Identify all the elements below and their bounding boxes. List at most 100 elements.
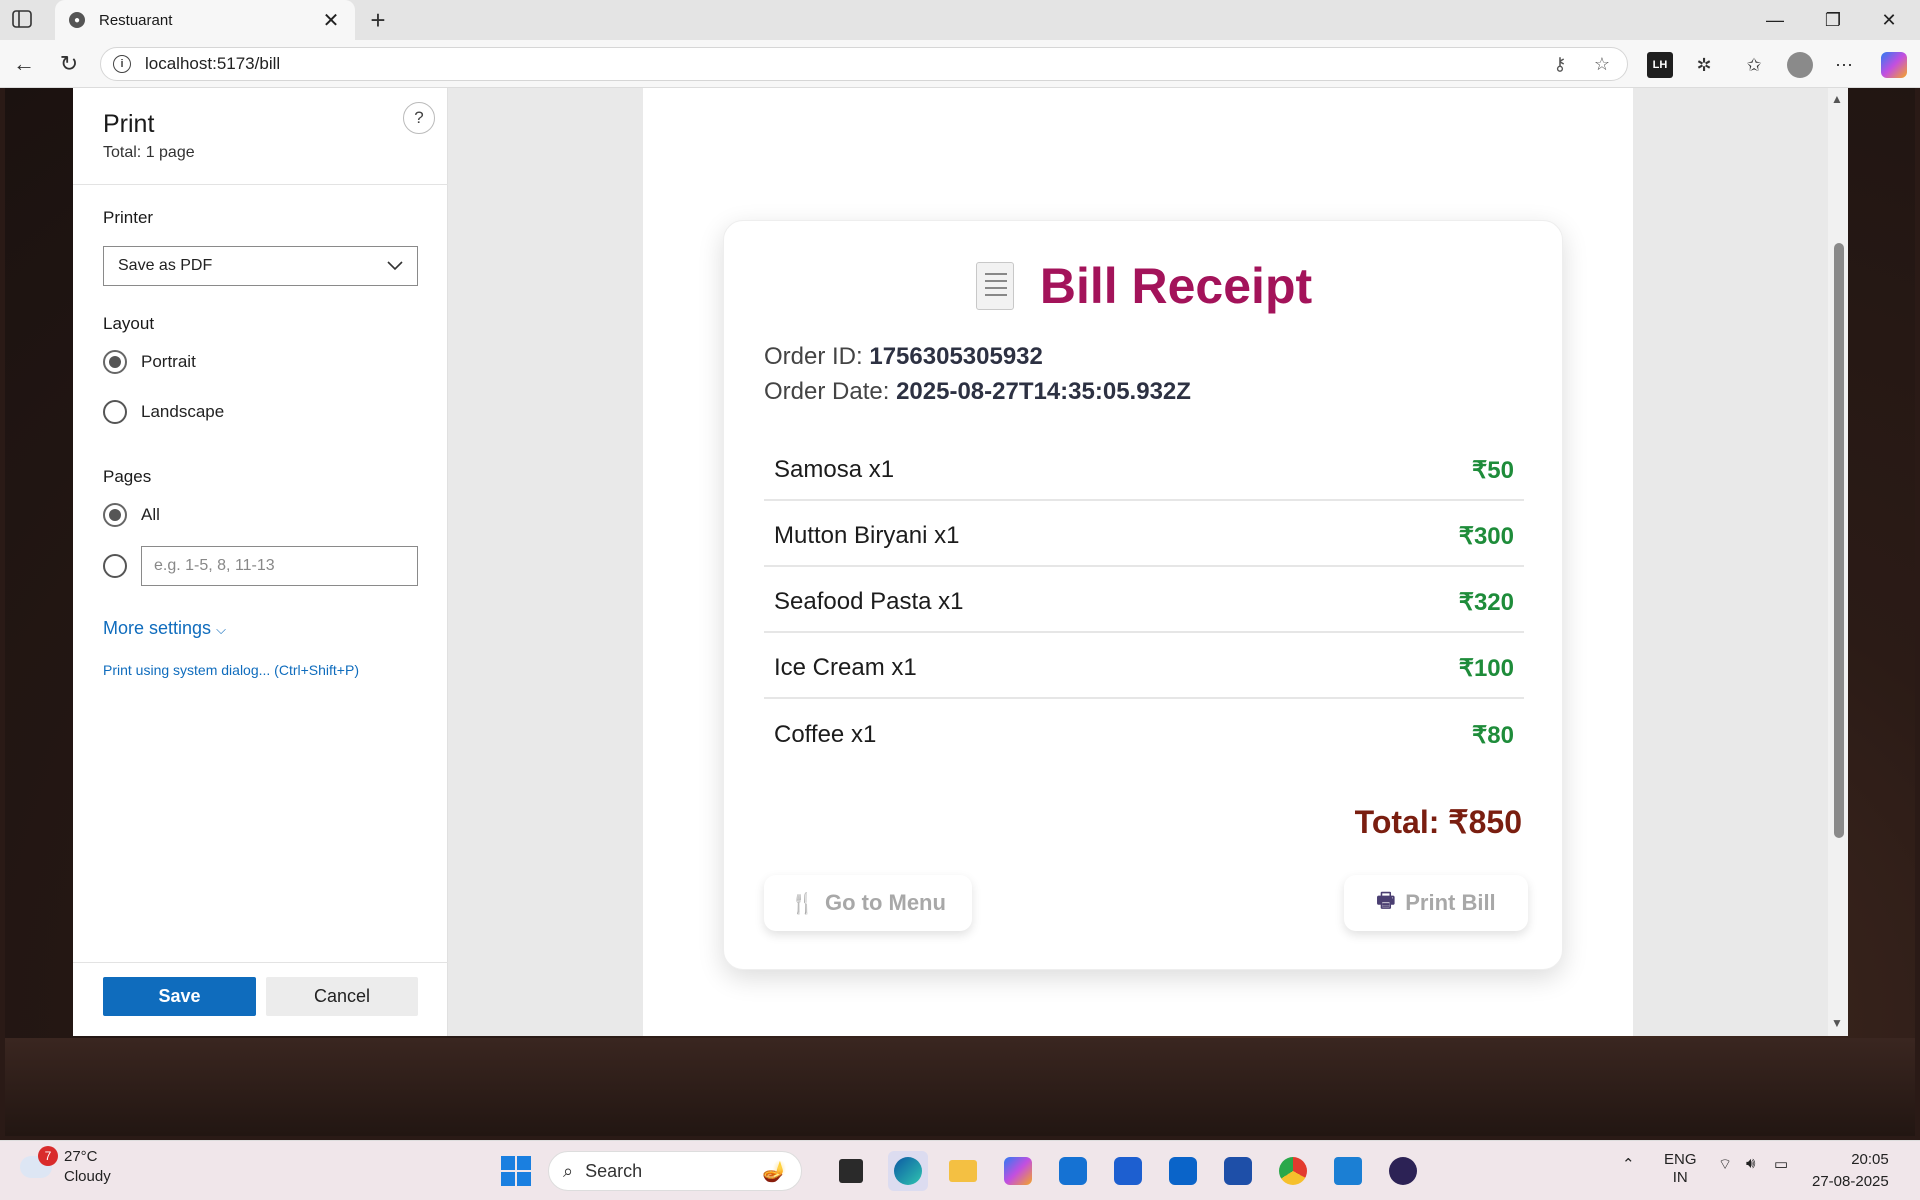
scroll-thumb[interactable] xyxy=(1834,243,1844,838)
print-preview-page: Bill Receipt Order ID: 1756305305932 Ord… xyxy=(643,88,1633,1036)
pages-all-radio[interactable] xyxy=(103,503,127,527)
weather-widget[interactable]: 7 27°C Cloudy xyxy=(20,1146,111,1187)
order-date-value: 2025-08-27T14:35:05.932Z xyxy=(896,378,1191,405)
receipt-total: Total: ₹850 xyxy=(1354,804,1522,840)
order-id-label: Order ID: xyxy=(764,343,863,370)
task-view-icon[interactable] xyxy=(831,1151,871,1191)
layout-portrait-option[interactable]: Portrait xyxy=(103,350,196,374)
edge-icon[interactable] xyxy=(888,1151,928,1191)
pages-range-input[interactable] xyxy=(141,546,418,586)
vscode-icon[interactable] xyxy=(1328,1151,1368,1191)
landscape-label: Landscape xyxy=(141,402,225,421)
print-settings-panel: Print Total: 1 page ? Printer Save as PD… xyxy=(73,88,448,1036)
weather-badge: 7 xyxy=(38,1146,58,1166)
list-item: Ice Cream x1 ₹100 xyxy=(764,639,1524,699)
pages-custom-option[interactable] xyxy=(103,554,141,578)
scroll-down-icon[interactable]: ▼ xyxy=(1831,1016,1843,1030)
item-price: ₹320 xyxy=(1458,588,1514,616)
tab-close-icon[interactable]: ✕ xyxy=(321,8,341,33)
search-icon: ⌕ xyxy=(563,1160,574,1181)
order-date-label: Order Date: xyxy=(764,378,890,405)
ms-app-icon[interactable] xyxy=(1108,1151,1148,1191)
pages-all-option[interactable]: All xyxy=(103,503,160,527)
page-background-bottom xyxy=(5,1038,1915,1136)
url-text: localhost:5173/bill xyxy=(145,54,281,73)
favorites-icon[interactable]: ✩ xyxy=(1741,52,1767,78)
pages-all-label: All xyxy=(141,505,160,524)
cancel-button[interactable]: Cancel xyxy=(266,977,418,1016)
copilot-app-icon[interactable] xyxy=(998,1151,1038,1191)
search-highlight-icon: 🪔 xyxy=(762,1160,787,1183)
store-icon[interactable] xyxy=(1053,1151,1093,1191)
order-id-value: 1756305305932 xyxy=(869,343,1043,370)
tab-title: Restuarant xyxy=(99,11,173,29)
fork-knife-icon: 🍴 xyxy=(790,892,815,915)
printer-select[interactable]: Save as PDF xyxy=(103,246,418,286)
taskbar-search[interactable]: ⌕ Search 🪔 xyxy=(548,1151,802,1191)
help-icon[interactable]: ? xyxy=(403,102,435,134)
favicon-icon: ● xyxy=(69,12,85,28)
receipt-title: Bill Receipt xyxy=(1039,258,1313,314)
system-clock[interactable]: 20:05 27-08-2025 xyxy=(1812,1149,1889,1193)
lighthouse-extension-icon[interactable]: LH xyxy=(1647,52,1673,78)
list-item: Samosa x1 ₹50 xyxy=(764,441,1524,501)
url-field[interactable]: i localhost:5173/bill ⚷ ☆ xyxy=(100,47,1628,81)
copilot-icon[interactable] xyxy=(1881,52,1907,78)
back-icon[interactable]: ← xyxy=(10,50,38,78)
volume-icon[interactable]: 🔊︎ xyxy=(1746,1155,1755,1172)
outlook-icon[interactable] xyxy=(1163,1151,1203,1191)
wifi-icon[interactable]: ⌔ xyxy=(1718,1155,1732,1174)
favorite-star-icon[interactable]: ☆ xyxy=(1589,54,1615,75)
new-tab-icon[interactable]: + xyxy=(364,5,392,35)
clock-time: 20:05 xyxy=(1851,1151,1889,1168)
item-name: Coffee x1 xyxy=(774,721,877,748)
go-to-menu-button[interactable]: 🍴 Go to Menu xyxy=(764,875,972,931)
restore-icon[interactable]: ❐ xyxy=(1810,8,1856,32)
print-bill-button[interactable]: 🖶 Print Bill xyxy=(1344,875,1528,931)
extensions-icon[interactable]: ✲ xyxy=(1691,52,1717,78)
scroll-up-icon[interactable]: ▲ xyxy=(1831,92,1843,106)
tab-actions-icon[interactable] xyxy=(12,10,36,30)
landscape-radio[interactable] xyxy=(103,400,127,424)
item-price: ₹100 xyxy=(1458,654,1514,682)
printer-label: Printer xyxy=(103,208,154,227)
layout-landscape-option[interactable]: Landscape xyxy=(103,400,224,424)
word-icon[interactable] xyxy=(1218,1151,1258,1191)
portrait-radio[interactable] xyxy=(103,350,127,374)
address-bar: ← ↻ i localhost:5173/bill ⚷ ☆ LH ✲ ✩ ⋯ xyxy=(0,40,1920,88)
windows-logo-icon xyxy=(501,1156,531,1186)
close-window-icon[interactable]: ✕ xyxy=(1866,8,1912,32)
printer-select-value: Save as PDF xyxy=(118,257,213,274)
profile-avatar[interactable] xyxy=(1787,52,1813,78)
browser-tab-bar: ● Restuarant ✕ + — ❐ ✕ xyxy=(0,0,1920,40)
save-button[interactable]: Save xyxy=(103,977,256,1016)
file-explorer-icon[interactable] xyxy=(943,1151,983,1191)
more-settings-link[interactable]: More settings ⌵ xyxy=(103,618,226,639)
browser-tab[interactable]: ● Restuarant ✕ xyxy=(55,0,355,40)
site-info-icon[interactable]: i xyxy=(113,55,131,73)
clock-date: 27-08-2025 xyxy=(1812,1173,1889,1190)
print-bill-label: Print Bill xyxy=(1405,890,1496,915)
start-button[interactable] xyxy=(496,1151,536,1191)
battery-icon[interactable]: ▭ xyxy=(1774,1155,1788,1173)
chevron-down-icon: ⌵ xyxy=(216,622,226,637)
minimize-icon[interactable]: — xyxy=(1752,8,1798,32)
eclipse-icon[interactable] xyxy=(1383,1151,1423,1191)
more-options-icon[interactable]: ⋯ xyxy=(1831,52,1857,78)
system-dialog-link[interactable]: Print using system dialog... (Ctrl+Shift… xyxy=(103,662,359,678)
password-key-icon[interactable]: ⚷ xyxy=(1547,54,1573,75)
item-name: Ice Cream x1 xyxy=(774,654,917,681)
order-id: Order ID: 1756305305932 xyxy=(764,343,1043,371)
chrome-icon[interactable] xyxy=(1273,1151,1313,1191)
go-to-menu-label: Go to Menu xyxy=(824,890,946,915)
reload-icon[interactable]: ↻ xyxy=(55,50,83,78)
pages-custom-radio[interactable] xyxy=(103,554,127,578)
receipt-header: Bill Receipt xyxy=(724,257,1564,315)
item-name: Mutton Biryani x1 xyxy=(774,522,960,549)
region-code: IN xyxy=(1672,1169,1688,1186)
more-settings-label: More settings xyxy=(103,618,212,638)
show-hidden-icons[interactable]: ⌃ xyxy=(1622,1155,1635,1173)
list-item: Mutton Biryani x1 ₹300 xyxy=(764,507,1524,567)
printer-icon: 🖶 xyxy=(1376,890,1396,912)
language-indicator[interactable]: ENG IN xyxy=(1664,1151,1697,1187)
